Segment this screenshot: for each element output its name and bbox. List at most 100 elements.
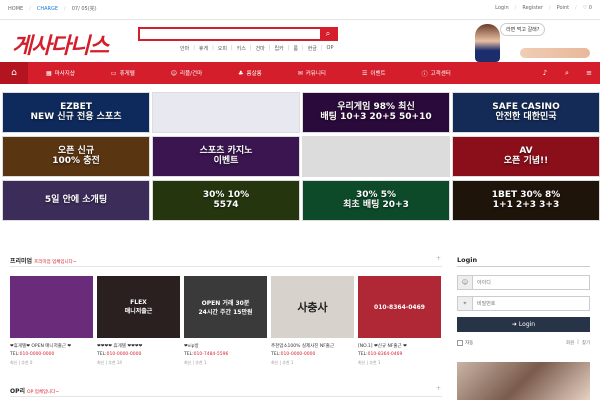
- login-link[interactable]: 회원: [566, 340, 574, 346]
- listing-title[interactable]: ❤❤❤❤ 휴게텔 ❤❤❤❤: [97, 343, 180, 349]
- password-field: ⌖: [457, 296, 590, 311]
- top-link[interactable]: ♡ 0: [583, 5, 592, 11]
- listing-title[interactable]: [NO.1] ❤신규 NF출근 ❤: [358, 343, 441, 349]
- banner-text: SAFE CASINO 안전한 대한민국: [492, 101, 560, 122]
- listing-thumbnail[interactable]: FLEX 매니저출근: [97, 276, 180, 338]
- auto-login[interactable]: 자동: [457, 340, 473, 346]
- listing-title[interactable]: ❤휴게텔❤ OPEN 매니저출근 ❤: [10, 343, 93, 349]
- category-link[interactable]: 건마: [256, 45, 265, 52]
- nav-item[interactable]: ▭ 휴게텔: [93, 62, 153, 84]
- nav-item-label: 마사지샵: [54, 71, 75, 77]
- listing-card[interactable]: 010-8364-0469 [NO.1] ❤신규 NF출근 ❤ TEL:010-83…: [358, 276, 441, 366]
- ad-figure: [475, 24, 500, 62]
- listing-card[interactable]: ❤휴게텔❤ OPEN 매니저출근 ❤ TEL:010-0000-0000 최신 | …: [10, 276, 93, 366]
- thumbnail-text: FLEX 매니저출근: [124, 299, 153, 315]
- top-link[interactable]: Login: [495, 5, 509, 11]
- search-button[interactable]: ⌕: [556, 62, 578, 84]
- category-link[interactable]: 현금: [308, 45, 317, 52]
- listing-title[interactable]: 추천업소100% 실제사진 NF출근: [271, 343, 354, 349]
- banner-ad[interactable]: 30% 5% 최초 배팅 20+3: [302, 180, 450, 221]
- banner-ad[interactable]: EZBET NEW 신규 전용 스포츠: [2, 92, 150, 133]
- search-input[interactable]: [140, 29, 320, 39]
- tel-label: TEL:: [358, 352, 368, 357]
- category-link[interactable]: 립카: [274, 45, 283, 52]
- sidebar-ad[interactable]: [457, 362, 590, 400]
- login-link[interactable]: 찾기: [582, 340, 590, 346]
- nav-item[interactable]: ♣ 룸살롱: [220, 62, 280, 84]
- listing-title[interactable]: ❤vip방: [184, 343, 267, 349]
- category-link[interactable]: 휴게: [199, 45, 208, 52]
- password-input[interactable]: [473, 297, 589, 310]
- search-icon: ⌕: [325, 29, 331, 38]
- category-link[interactable]: 룸: [293, 45, 298, 52]
- top-link[interactable]: Register: [522, 5, 543, 11]
- banner-ad[interactable]: 우리게임 98% 최신 배팅 10+3 20+5 50+10: [302, 92, 450, 133]
- listing-meta: 최신 | 추천 1: [358, 360, 381, 365]
- nav-item-label: 커뮤니티: [305, 71, 326, 77]
- listing-card[interactable]: FLEX 매니저출근 ❤❤❤❤ 휴게텔 ❤❤❤❤ TEL:010-0000-0000…: [97, 276, 180, 366]
- home-icon: ⌂: [11, 68, 17, 78]
- tel-label: TEL:: [184, 352, 194, 357]
- login-button[interactable]: ➜ Login: [457, 317, 590, 332]
- op-more-icon[interactable]: +: [436, 385, 441, 392]
- login-title: Login: [457, 256, 478, 264]
- chat-icon: ✉: [297, 69, 303, 77]
- header-ad[interactable]: 라면 먹고 갈래?: [470, 20, 595, 62]
- listing-thumbnail[interactable]: [10, 276, 93, 338]
- nav-item[interactable]: ✉ 커뮤니티: [280, 62, 344, 84]
- nav-item[interactable]: ☺ 리플/건마: [153, 62, 220, 84]
- main-nav: ⌂ ▦ 마사지샵 ▭ 휴게텔 ☺ 리플/건마 ♣ 룸살롱 ✉ 커뮤니티 ☰ 이벤트 ⓘ 고객센터 ♪ ⌕ ≡: [0, 62, 600, 84]
- premium-section-title: 프리미엄 프리미엄 업체입니다~: [10, 258, 77, 265]
- divider: [10, 266, 442, 267]
- nav-item-label: 고객센터: [430, 71, 451, 77]
- category-link[interactable]: 안마: [180, 45, 189, 52]
- category-link[interactable]: OP: [327, 45, 334, 52]
- listing-meta: 최신 | 추천 1: [271, 360, 294, 365]
- listing-card[interactable]: OPEN 거래 30분 24시간 주간 15만원 ❤vip방 TEL:010-748…: [184, 276, 267, 366]
- top-link[interactable]: Point: [557, 5, 569, 11]
- banner-ad[interactable]: 1BET 30% 8% 1+1 2+3 3+3: [452, 180, 600, 221]
- nav-tools: ♪ ⌕ ≡: [534, 62, 600, 84]
- listing-thumbnail[interactable]: OPEN 거래 30분 24시간 주간 15만원: [184, 276, 267, 338]
- nav-item[interactable]: ⓘ 고객센터: [404, 62, 469, 84]
- bell-button[interactable]: ♪: [534, 62, 556, 84]
- separator: /: [29, 5, 31, 12]
- site-logo[interactable]: 게사다니스: [12, 28, 109, 60]
- listing-card[interactable]: 사충사 추천업소100% 실제사진 NF출근 TEL:010-0000-0000 최신…: [271, 276, 354, 366]
- nav-item-label: 휴게텔: [119, 71, 135, 77]
- tel-number: 010-0000-0000: [280, 352, 316, 357]
- top-link[interactable]: 07/ 05(完): [72, 5, 97, 12]
- home-button[interactable]: ⌂: [0, 62, 28, 84]
- banner-ad[interactable]: 스포츠 카지노 이벤트: [152, 136, 300, 177]
- banner-ad[interactable]: 5일 안에 소개팅: [2, 180, 150, 221]
- category-link[interactable]: 오피: [218, 45, 227, 52]
- listing-meta: 최신 | 추천 0: [10, 360, 33, 365]
- category-link[interactable]: 키스: [237, 45, 246, 52]
- tel-label: TEL:: [97, 352, 107, 357]
- banner-ad[interactable]: [152, 92, 300, 133]
- auto-login-checkbox[interactable]: [457, 340, 463, 346]
- search-button[interactable]: ⌕: [320, 29, 336, 39]
- banner-ad[interactable]: 오픈 신규 100% 충전: [2, 136, 150, 177]
- banner-ad[interactable]: [302, 136, 450, 177]
- nav-item[interactable]: ▦ 마사지샵: [28, 62, 93, 84]
- premium-more-icon[interactable]: +: [436, 255, 441, 262]
- top-util-bar: HOME / CHARGE / 07/ 05(完) Login / Register / Poi…: [0, 0, 600, 20]
- banner-text: 1BET 30% 8% 1+1 2+3 3+3: [491, 189, 561, 210]
- nav-item[interactable]: ☰ 이벤트: [344, 62, 404, 84]
- banner-ad[interactable]: SAFE CASINO 안전한 대한민국: [452, 92, 600, 133]
- banner-ad[interactable]: AV 오픈 기념!!: [452, 136, 600, 177]
- id-input[interactable]: [473, 276, 589, 289]
- top-link[interactable]: HOME: [8, 6, 23, 12]
- separator: |: [287, 45, 290, 51]
- top-link[interactable]: CHARGE: [37, 6, 58, 12]
- listing-thumbnail[interactable]: 사충사: [271, 276, 354, 338]
- separator: |: [320, 45, 323, 51]
- lock-icon: ⌖: [458, 297, 473, 310]
- listing-thumbnail[interactable]: 010-8364-0469: [358, 276, 441, 338]
- menu-button[interactable]: ≡: [578, 62, 600, 84]
- banner-ad[interactable]: 30% 10% 5574: [152, 180, 300, 221]
- divider: [457, 266, 590, 267]
- separator: |: [230, 45, 233, 51]
- banner-text: 오픈 신규 100% 충전: [52, 145, 100, 166]
